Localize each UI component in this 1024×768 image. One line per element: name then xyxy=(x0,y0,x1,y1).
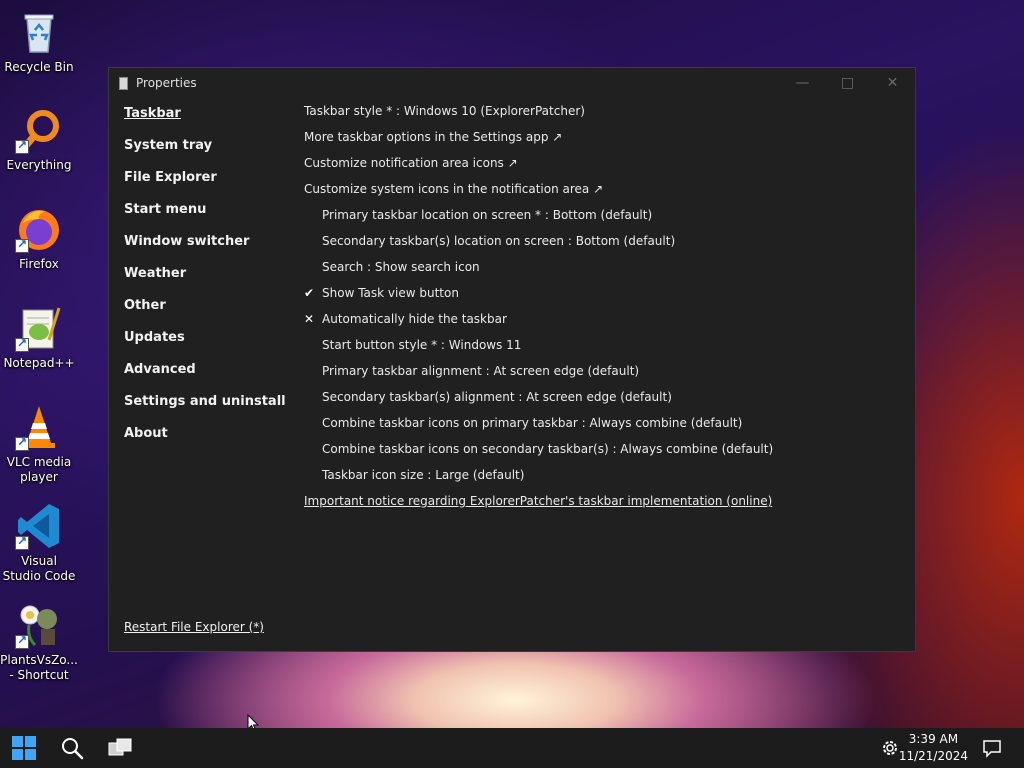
sidebar-item-taskbar[interactable]: Taskbar xyxy=(124,102,294,134)
option-task-view-toggle[interactable]: ✔ Show Task view button xyxy=(304,280,904,306)
option-combine-primary[interactable]: Combine taskbar icons on primary taskbar… xyxy=(304,410,904,436)
sidebar-item-file-explorer[interactable]: File Explorer xyxy=(124,166,294,198)
option-label: Show Task view button xyxy=(322,286,459,300)
shortcut-arrow-icon xyxy=(15,534,29,550)
option-label: Automatically hide the taskbar xyxy=(322,312,507,326)
desktop-icon-firefox[interactable]: Firefox xyxy=(2,205,76,272)
clock-time: 3:39 AM xyxy=(908,732,959,746)
sidebar-item-updates[interactable]: Updates xyxy=(124,326,294,358)
search-icon xyxy=(62,738,84,760)
restart-explorer-link[interactable]: Restart File Explorer (*) xyxy=(124,620,264,634)
desktop-icon-recycle-bin[interactable]: Recycle Bin xyxy=(2,8,76,75)
cross-icon: ✕ xyxy=(304,312,315,326)
desktop-icon-everything[interactable]: Everything xyxy=(2,106,76,173)
desktop-icon-label: Recycle Bin xyxy=(4,60,74,74)
sidebar-item-other[interactable]: Other xyxy=(124,294,294,326)
shortcut-arrow-icon xyxy=(15,633,29,649)
vlc-icon xyxy=(15,403,63,451)
properties-window: Properties — □ ✕ Taskbar System tray Fil… xyxy=(108,67,916,652)
window-controls: — □ ✕ xyxy=(780,68,915,98)
minimize-button[interactable]: — xyxy=(780,68,825,98)
option-primary-alignment[interactable]: Primary taskbar alignment : At screen ed… xyxy=(304,358,904,384)
windows-start-icon xyxy=(12,736,36,760)
plants-vs-zombies-icon xyxy=(15,601,63,649)
firefox-icon xyxy=(15,205,63,253)
option-start-button-style[interactable]: Start button style * : Windows 11 xyxy=(304,332,904,358)
app-icon xyxy=(119,76,128,90)
option-notification-icons-link[interactable]: Customize notification area icons ↗ xyxy=(304,150,904,176)
checkmark-icon: ✔ xyxy=(304,286,315,300)
maximize-button[interactable]: □ xyxy=(825,68,870,98)
close-button[interactable]: ✕ xyxy=(870,68,915,98)
notepad-plus-plus-icon xyxy=(15,304,63,352)
search-button[interactable] xyxy=(52,732,92,764)
shortcut-arrow-icon xyxy=(15,336,29,352)
taskbar: 3:39 AM 11/21/2024 xyxy=(0,728,1024,768)
task-view-icon xyxy=(108,738,132,756)
option-taskbar-style[interactable]: Taskbar style * : Windows 10 (ExplorerPa… xyxy=(304,98,904,124)
desktop-icon-label: Everything xyxy=(6,158,72,172)
sidebar-item-settings-uninstall[interactable]: Settings and uninstall xyxy=(124,390,294,422)
notification-center-button[interactable] xyxy=(972,732,1012,764)
desktop-icon-label: Firefox xyxy=(19,257,59,271)
important-notice-link[interactable]: Important notice regarding ExplorerPatch… xyxy=(304,488,904,514)
option-search[interactable]: Search : Show search icon xyxy=(304,254,904,280)
option-primary-location[interactable]: Primary taskbar location on screen * : B… xyxy=(304,202,904,228)
desktop-icon-label: PlantsVsZo... - Shortcut xyxy=(0,653,78,682)
notification-icon xyxy=(983,740,1001,758)
desktop-icon-label: Visual Studio Code xyxy=(2,554,76,583)
option-system-icons-link[interactable]: Customize system icons in the notificati… xyxy=(304,176,904,202)
option-secondary-location[interactable]: Secondary taskbar(s) location on screen … xyxy=(304,228,904,254)
option-combine-secondary[interactable]: Combine taskbar icons on secondary taskb… xyxy=(304,436,904,462)
title-bar[interactable]: Properties — □ ✕ xyxy=(109,68,915,98)
desktop-icon-vlc[interactable]: VLC media player xyxy=(2,403,76,485)
recycle-bin-icon xyxy=(15,8,63,56)
sidebar-nav: Taskbar System tray File Explorer Start … xyxy=(124,102,294,454)
sidebar-item-about[interactable]: About xyxy=(124,422,294,454)
option-secondary-alignment[interactable]: Secondary taskbar(s) alignment : At scre… xyxy=(304,384,904,410)
desktop-icon-label: VLC media player xyxy=(6,455,72,484)
desktop-icon-vscode[interactable]: Visual Studio Code xyxy=(2,502,76,584)
shortcut-arrow-icon xyxy=(15,237,29,253)
sidebar-item-window-switcher[interactable]: Window switcher xyxy=(124,230,294,262)
everything-search-icon xyxy=(15,106,63,154)
shortcut-arrow-icon xyxy=(15,138,29,154)
desktop-icon-pvz[interactable]: PlantsVsZo... - Shortcut xyxy=(0,601,78,683)
sidebar-item-start-menu[interactable]: Start menu xyxy=(124,198,294,230)
vscode-icon xyxy=(15,502,63,550)
clock-date: 11/21/2024 xyxy=(898,749,968,763)
option-more-taskbar-settings-link[interactable]: More taskbar options in the Settings app… xyxy=(304,124,904,150)
sidebar-item-system-tray[interactable]: System tray xyxy=(124,134,294,166)
option-autohide-toggle[interactable]: ✕ Automatically hide the taskbar xyxy=(304,306,904,332)
start-button[interactable] xyxy=(4,732,44,764)
sidebar-item-weather[interactable]: Weather xyxy=(124,262,294,294)
options-list: Taskbar style * : Windows 10 (ExplorerPa… xyxy=(304,98,904,514)
settings-gear-icon xyxy=(883,741,897,755)
option-icon-size[interactable]: Taskbar icon size : Large (default) xyxy=(304,462,904,488)
desktop-icon-notepadpp[interactable]: Notepad++ xyxy=(2,304,76,371)
shortcut-arrow-icon xyxy=(15,435,29,451)
system-clock[interactable]: 3:39 AM 11/21/2024 xyxy=(899,731,968,765)
sidebar-item-advanced[interactable]: Advanced xyxy=(124,358,294,390)
task-view-button[interactable] xyxy=(100,732,140,764)
window-title: Properties xyxy=(136,76,197,90)
desktop-icon-label: Notepad++ xyxy=(3,356,75,370)
